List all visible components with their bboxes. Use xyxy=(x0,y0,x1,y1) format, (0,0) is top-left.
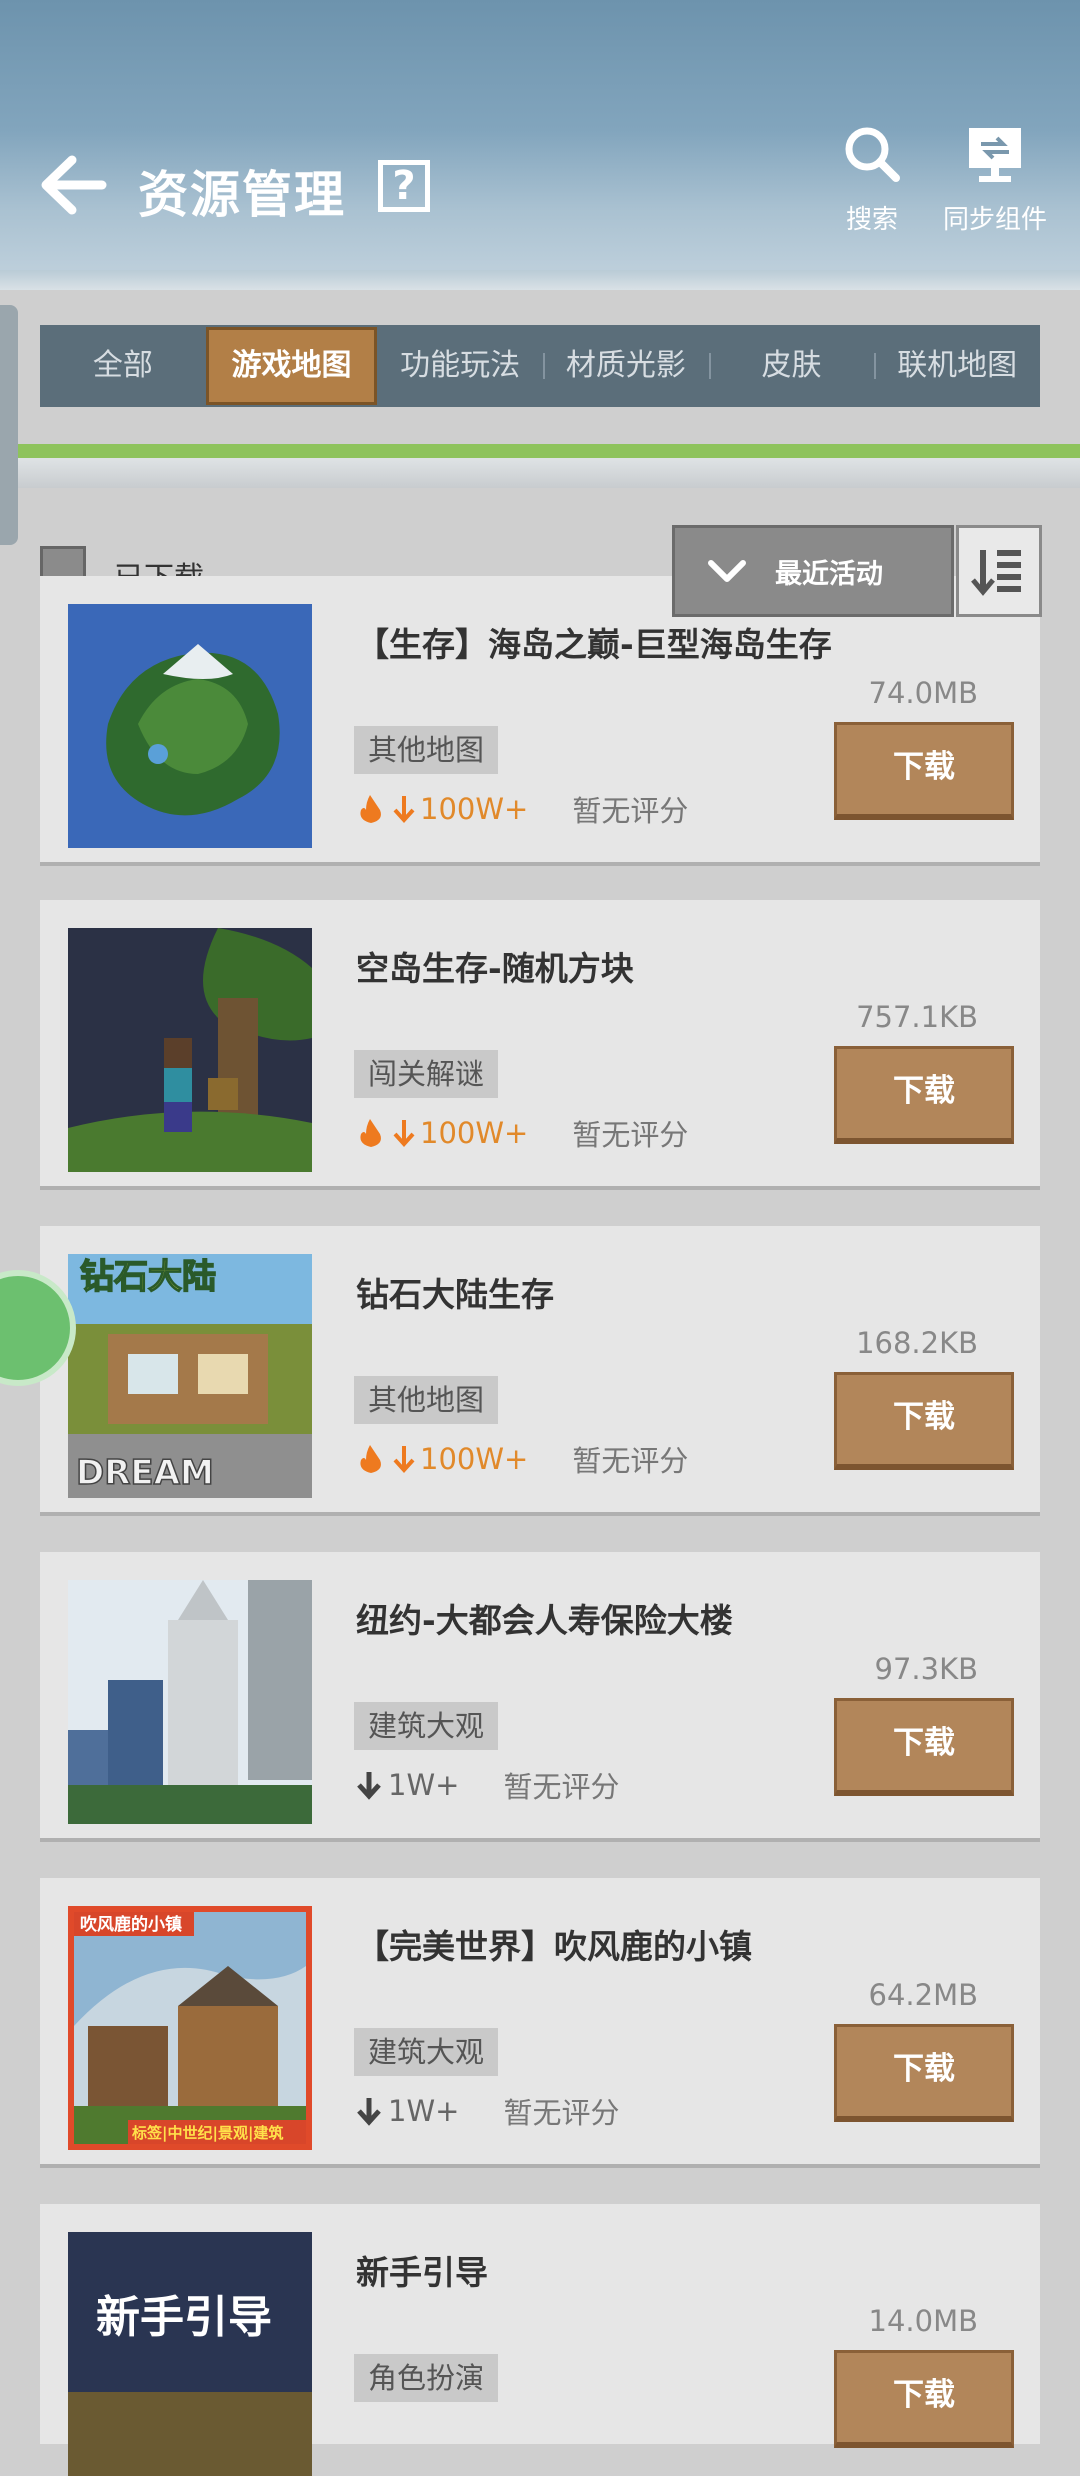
list-item[interactable]: 新手引导 新手引导 14.0MB 角色扮演 下载 xyxy=(40,2204,1040,2476)
thumbnail-title: 新手引导 xyxy=(96,2292,272,2343)
divider xyxy=(0,458,1080,488)
fire-icon xyxy=(360,1445,381,1473)
sort-order-button[interactable] xyxy=(956,525,1042,617)
map-thumbnail xyxy=(68,928,312,1172)
tab-multiplayer-maps[interactable]: 联机地图 xyxy=(874,325,1040,407)
sort-dropdown[interactable]: 最近活动 xyxy=(672,525,954,617)
item-category-tag: 建筑大观 xyxy=(354,1702,499,1750)
rating-text: 暂无评分 xyxy=(503,2096,620,2130)
map-thumbnail: 新手引导 xyxy=(68,2232,312,2476)
rating-text: 暂无评分 xyxy=(572,794,689,828)
tab-gameplay[interactable]: 功能玩法 xyxy=(377,325,543,407)
download-button[interactable]: 下载 xyxy=(834,1046,1014,1144)
item-stats: 100W+ 暂无评分 xyxy=(354,788,688,830)
item-title: 【完美世界】吹风鹿的小镇 xyxy=(356,1927,752,1966)
download-count-value: 100W+ xyxy=(420,1442,529,1476)
tab-skins[interactable]: 皮肤 xyxy=(708,325,875,407)
app-header xyxy=(0,0,1080,290)
tab-textures-shaders[interactable]: 材质光影 xyxy=(543,325,709,407)
download-count: 100W+ xyxy=(354,1442,528,1476)
thumbnail-footer: 标签|中世纪|景观|建筑 xyxy=(131,2124,283,2143)
thumbnail-title: 钻石大陆 xyxy=(80,1257,216,1297)
list-item[interactable]: 吹风鹿的小镇 标签|中世纪|景观|建筑 【完美世界】吹风鹿的小镇 64.2MB … xyxy=(40,1878,1040,2168)
item-title: 空岛生存-随机方块 xyxy=(356,949,634,988)
fire-icon xyxy=(360,795,381,823)
download-button[interactable]: 下载 xyxy=(834,722,1014,820)
item-category-tag: 建筑大观 xyxy=(354,2028,499,2076)
download-count-value: 100W+ xyxy=(420,1116,529,1150)
item-title: 钻石大陆生存 xyxy=(356,1275,554,1314)
help-icon[interactable]: ? xyxy=(378,160,430,212)
list-item[interactable]: 【生存】海岛之巅-巨型海岛生存 74.0MB 其他地图 100W+ 暂无评分 下… xyxy=(40,576,1040,866)
list-item[interactable]: 纽约-大都会人寿保险大楼 97.3KB 建筑大观 1W+ 暂无评分 下载 xyxy=(40,1552,1040,1842)
category-tabs: 全部 游戏地图 功能玩法 材质光影 皮肤 联机地图 xyxy=(40,325,1040,407)
item-stats: 1W+ 暂无评分 xyxy=(354,1764,619,1806)
item-size: 757.1KB xyxy=(856,1000,978,1034)
download-count: 100W+ xyxy=(354,1116,528,1150)
map-thumbnail: 钻石大陆 DREAM xyxy=(68,1254,312,1498)
download-arrow-icon xyxy=(393,1120,415,1147)
rating-text: 暂无评分 xyxy=(572,1118,689,1152)
back-arrow-icon[interactable] xyxy=(38,150,108,220)
map-thumbnail xyxy=(68,604,312,848)
page-title: 资源管理 xyxy=(138,166,346,224)
item-category-tag: 其他地图 xyxy=(354,1376,499,1424)
list-item[interactable]: 空岛生存-随机方块 757.1KB 闯关解谜 100W+ 暂无评分 下载 xyxy=(40,900,1040,1190)
item-category-tag: 闯关解谜 xyxy=(354,1050,499,1098)
item-stats: 100W+ 暂无评分 xyxy=(354,1112,688,1154)
chevron-down-icon xyxy=(708,560,746,582)
item-size: 14.0MB xyxy=(868,2304,979,2338)
item-size: 168.2KB xyxy=(856,1326,978,1360)
download-arrow-icon xyxy=(393,796,415,823)
list-item[interactable]: 钻石大陆 DREAM 钻石大陆生存 168.2KB 其他地图 100W+ 暂无评… xyxy=(40,1226,1040,1516)
divider xyxy=(0,444,1080,458)
thumbnail-footer: DREAM xyxy=(76,1453,214,1493)
rating-text: 暂无评分 xyxy=(572,1444,689,1478)
search-icon xyxy=(845,127,900,182)
search-label: 搜索 xyxy=(845,205,898,235)
download-button[interactable]: 下载 xyxy=(834,2024,1014,2122)
item-stats: 100W+ 暂无评分 xyxy=(354,1438,688,1480)
item-size: 64.2MB xyxy=(868,1978,979,2012)
download-count-value: 1W+ xyxy=(388,2094,460,2128)
map-thumbnail xyxy=(68,1580,312,1824)
item-size: 74.0MB xyxy=(868,676,979,710)
item-category-tag: 角色扮演 xyxy=(354,2354,499,2402)
sort-label: 最近活动 xyxy=(775,558,883,590)
map-thumbnail: 吹风鹿的小镇 标签|中世纪|景观|建筑 xyxy=(68,1906,312,2150)
thumbnail-title: 吹风鹿的小镇 xyxy=(80,1914,182,1935)
sort-list-icon xyxy=(971,550,1021,596)
download-arrow-icon xyxy=(357,2098,381,2126)
download-arrow-icon xyxy=(357,1772,381,1800)
item-size: 97.3KB xyxy=(874,1652,978,1686)
item-stats: 1W+ 暂无评分 xyxy=(354,2090,619,2132)
download-arrow-icon xyxy=(393,1446,415,1473)
fire-icon xyxy=(360,1119,381,1147)
sync-label: 同步组件 xyxy=(942,205,1047,235)
download-button[interactable]: 下载 xyxy=(834,1698,1014,1796)
item-title: 新手引导 xyxy=(356,2253,488,2292)
download-count: 100W+ xyxy=(354,792,528,826)
item-title: 【生存】海岛之巅-巨型海岛生存 xyxy=(356,625,832,664)
item-title: 纽约-大都会人寿保险大楼 xyxy=(356,1601,733,1640)
download-count: 1W+ xyxy=(354,1768,459,1802)
rating-text: 暂无评分 xyxy=(503,1770,620,1804)
tab-game-maps[interactable]: 游戏地图 xyxy=(205,327,378,405)
download-button[interactable]: 下载 xyxy=(834,1372,1014,1470)
download-count-value: 100W+ xyxy=(420,792,529,826)
tab-all[interactable]: 全部 xyxy=(40,325,206,407)
download-count: 1W+ xyxy=(354,2094,459,2128)
item-category-tag: 其他地图 xyxy=(354,726,499,774)
download-count-value: 1W+ xyxy=(388,1768,460,1802)
side-drawer-handle[interactable] xyxy=(0,305,18,545)
download-button[interactable]: 下载 xyxy=(834,2350,1014,2448)
search-button[interactable]: 搜索 xyxy=(832,122,912,236)
sync-components-button[interactable]: 同步组件 xyxy=(940,122,1050,236)
monitor-sync-icon xyxy=(969,128,1021,182)
